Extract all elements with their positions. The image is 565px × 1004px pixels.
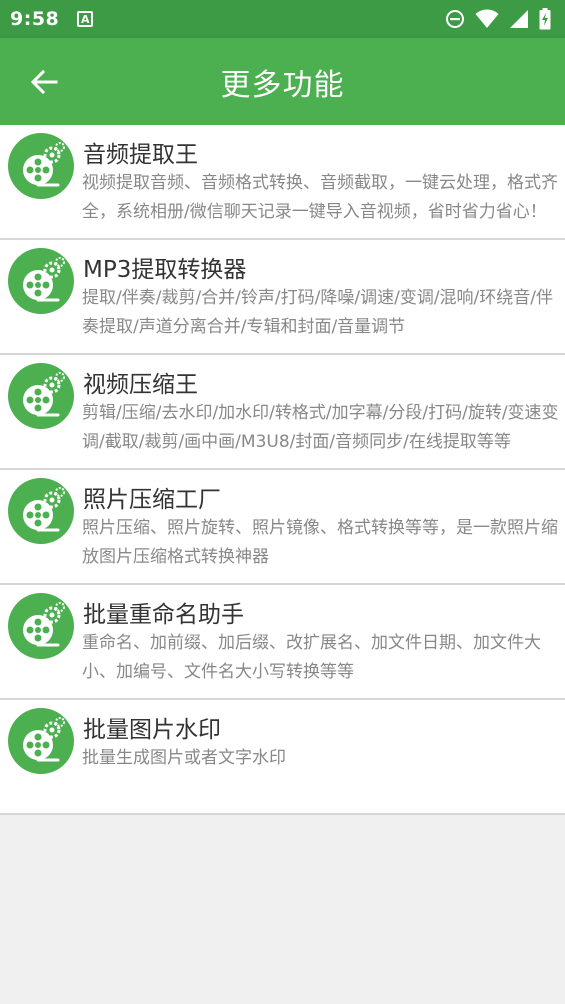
cell-signal-icon [510,10,528,28]
status-bar: 9:58 A [0,0,565,38]
film-reel-gear-icon [8,478,74,544]
feature-list: 音频提取王 视频提取音频、音频格式转换、音频截取，一键云处理，格式齐全，系统相册… [0,125,565,815]
film-reel-gear-icon [8,593,74,659]
item-title: 音频提取王 [83,142,198,168]
item-description: 提取/伴奏/裁剪/合并/铃声/打码/降噪/调速/变调/混响/环绕音/伴奏提取/声… [82,288,554,337]
wifi-icon [475,9,499,28]
app-bar: 更多功能 [0,38,565,125]
a-letter-icon: A [77,11,94,27]
item-description: 批量生成图片或者文字水印 [82,748,286,768]
list-item[interactable]: 照片压缩工厂 照片压缩、照片旋转、照片镜像、格式转换等等，是一款照片缩放图片压缩… [0,470,565,585]
item-description: 照片压缩、照片旋转、照片镜像、格式转换等等，是一款照片缩放图片压缩格式转换神器 [82,518,558,567]
battery-charging-icon [539,8,551,30]
item-title: 批量图片水印 [83,717,221,743]
item-description: 剪辑/压缩/去水印/加水印/转格式/加字幕/分段/打码/旋转/变速变调/截取/裁… [82,403,559,452]
item-title: 照片压缩工厂 [83,487,221,513]
item-title: 视频压缩王 [83,372,198,398]
item-description: 视频提取音频、音频格式转换、音频截取，一键云处理，格式齐全，系统相册/微信聊天记… [82,173,558,222]
list-item[interactable]: 视频压缩王 剪辑/压缩/去水印/加水印/转格式/加字幕/分段/打码/旋转/变速变… [0,355,565,470]
list-item[interactable]: MP3提取转换器 提取/伴奏/裁剪/合并/铃声/打码/降噪/调速/变调/混响/环… [0,240,565,355]
status-icons [445,8,551,30]
do-not-disturb-icon [446,10,464,28]
film-reel-gear-icon [8,363,74,429]
list-item[interactable]: 批量图片水印 批量生成图片或者文字水印 [0,700,565,815]
list-item[interactable]: 音频提取王 视频提取音频、音频格式转换、音频截取，一键云处理，格式齐全，系统相册… [0,125,565,240]
film-reel-gear-icon [8,708,74,774]
page-title: 更多功能 [220,67,345,103]
item-title: 批量重命名助手 [83,602,244,628]
status-time: 9:58 [10,8,60,30]
item-title: MP3提取转换器 [83,257,247,283]
list-item[interactable]: 批量重命名助手 重命名、加前缀、加后缀、改扩展名、加文件日期、加文件大小、加编号… [0,585,565,700]
film-reel-gear-icon [8,248,74,314]
item-description: 重命名、加前缀、加后缀、改扩展名、加文件日期、加文件大小、加编号、文件名大小写转… [82,633,541,682]
film-reel-gear-icon [8,133,74,199]
